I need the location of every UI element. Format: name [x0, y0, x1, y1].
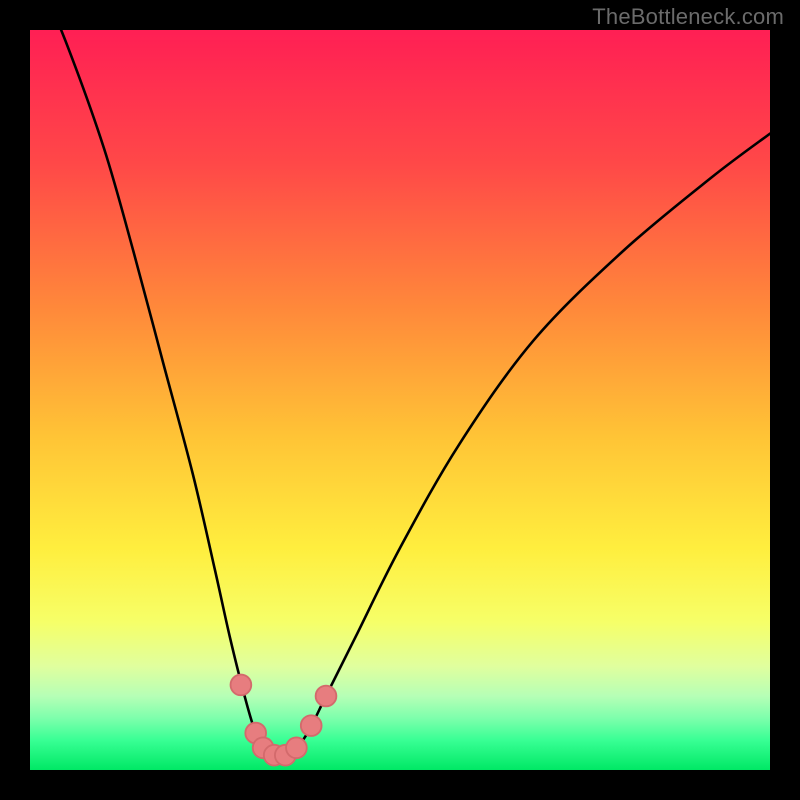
marker-dot [286, 737, 307, 758]
plot-area [30, 30, 770, 770]
bottleneck-curve [30, 30, 770, 755]
marker-dot [301, 715, 322, 736]
marker-dot [231, 675, 252, 696]
watermark-text: TheBottleneck.com [592, 4, 784, 30]
marker-dot [316, 686, 337, 707]
markers-group [231, 675, 337, 766]
chart-svg [30, 30, 770, 770]
chart-frame: TheBottleneck.com [0, 0, 800, 800]
